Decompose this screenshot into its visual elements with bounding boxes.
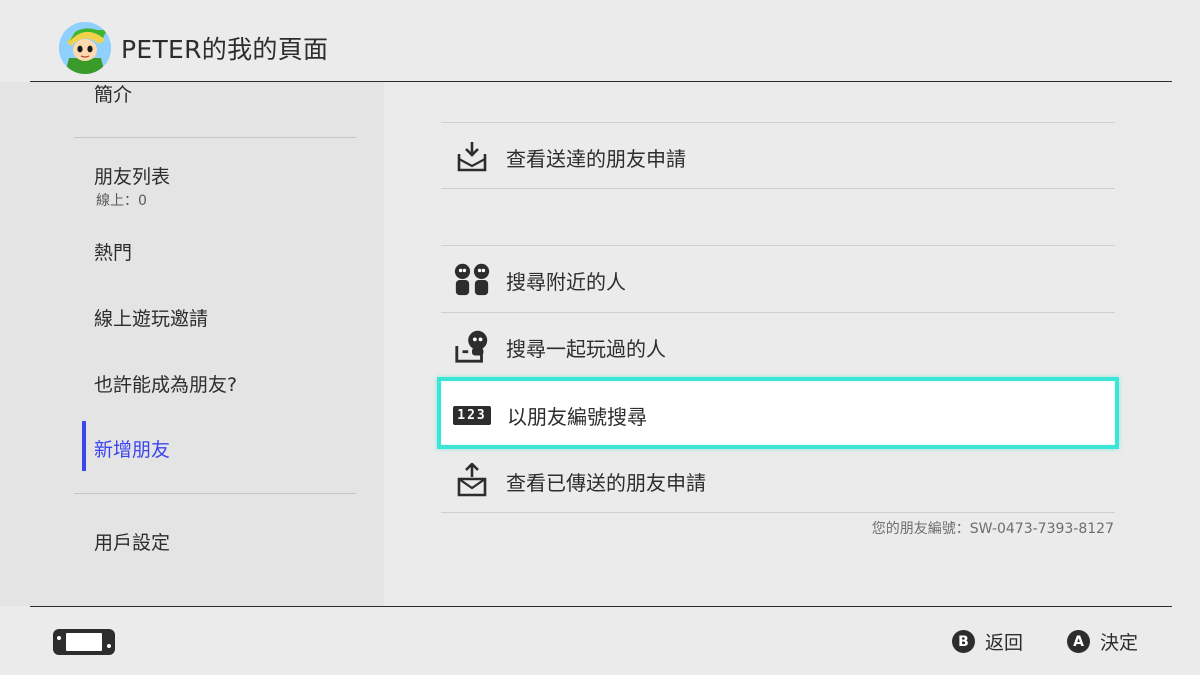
sidebar [0,82,384,606]
search-by-friend-code-row[interactable]: 123 以朋友編號搜尋 [437,377,1119,449]
friend-code-123-icon: 123 [453,398,491,432]
row-label: 查看已傳送的朋友申請 [506,471,706,495]
friend-code-text: 您的朋友編號：SW-0473-7393-8127 [871,521,1114,537]
search-played-with-row[interactable]: 搜尋一起玩過的人 [441,314,1115,378]
footer-divider [30,606,1172,607]
sidebar-item-friend-list[interactable]: 朋友列表 [94,162,170,189]
sidebar-item-online-invites[interactable]: 線上遊玩邀請 [94,304,208,331]
row-label: 查看送達的朋友申請 [506,147,686,171]
ok-label: 決定 [1100,632,1139,654]
online-count: 線上：0 [96,193,147,209]
page-title: PETER的我的頁面 [121,35,329,64]
outbox-upload-icon [453,463,491,497]
ok-hint[interactable]: A 決定 [1067,628,1138,655]
list-divider [441,512,1115,513]
back-hint[interactable]: B 返回 [952,628,1023,655]
list-divider [441,122,1115,123]
sidebar-divider [74,493,356,494]
search-nearby-row[interactable]: 搜尋附近的人 [441,247,1115,311]
row-label: 搜尋附近的人 [506,270,626,294]
list-divider [441,245,1115,246]
b-button-icon: B [952,630,975,653]
switch-console-icon [52,628,116,660]
received-requests-row[interactable]: 查看送達的朋友申請 [441,124,1115,188]
sidebar-item-suggested-friends[interactable]: 也許能成為朋友? [94,370,237,397]
back-label: 返回 [985,632,1024,654]
list-divider [441,312,1115,313]
sent-requests-row[interactable]: 查看已傳送的朋友申請 [441,448,1115,512]
header: PETER的我的頁面 [0,0,1200,82]
row-label: 搜尋一起玩過的人 [506,337,666,361]
link-avatar-icon[interactable] [59,22,111,74]
row-label: 以朋友編號搜尋 [507,405,647,429]
active-indicator [82,421,86,471]
sidebar-divider [74,137,356,138]
sidebar-item-add-friend[interactable]: 新增朋友 [94,435,170,462]
sidebar-item-user-settings[interactable]: 用戶設定 [94,528,170,555]
played-with-icon [453,329,491,363]
code-badge: 123 [453,405,491,425]
list-divider [441,188,1115,189]
sidebar-item-profile[interactable]: 簡介 [94,80,132,107]
sidebar-item-popular[interactable]: 熱門 [94,238,132,265]
nearby-people-icon [453,262,491,296]
a-button-icon: A [1067,630,1090,653]
inbox-download-icon [453,139,491,173]
